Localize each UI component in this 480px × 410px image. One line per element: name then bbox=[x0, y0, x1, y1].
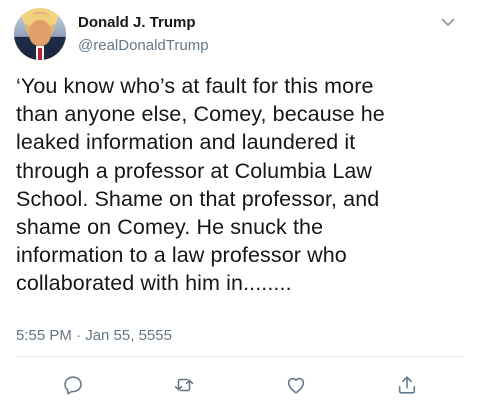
author-handle[interactable]: @realDonaldTrump bbox=[78, 37, 209, 54]
avatar[interactable] bbox=[14, 8, 66, 60]
divider bbox=[16, 356, 464, 357]
chevron-down-icon[interactable] bbox=[440, 14, 456, 30]
heart-icon bbox=[287, 377, 305, 394]
tweet-text: ‘You know who’s at fault for this more t… bbox=[16, 74, 385, 296]
retweet-icon bbox=[174, 378, 194, 392]
author-name[interactable]: Donald J. Trump bbox=[78, 14, 196, 31]
reply-icon bbox=[64, 376, 82, 395]
share-button[interactable] bbox=[394, 372, 420, 398]
share-icon bbox=[398, 376, 416, 394]
like-button[interactable] bbox=[283, 372, 309, 398]
avatar-tie bbox=[38, 48, 42, 60]
reply-button[interactable] bbox=[60, 372, 86, 398]
tweet-card: Donald J. Trump @realDonaldTrump ‘You kn… bbox=[0, 0, 480, 410]
avatar-face bbox=[29, 20, 51, 46]
action-bar bbox=[0, 372, 480, 398]
tweet-timestamp[interactable]: 5:55 PM · Jan 55, 5555 bbox=[16, 327, 172, 344]
retweet-button[interactable] bbox=[171, 372, 197, 398]
